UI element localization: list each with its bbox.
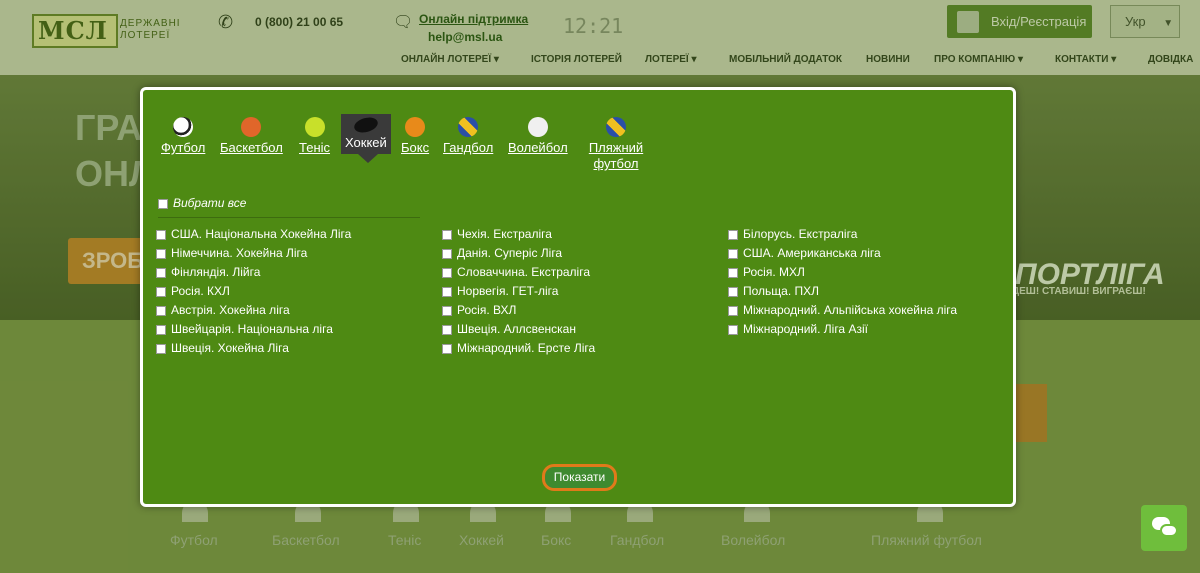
tab-football[interactable]: Футбол [161, 117, 205, 156]
league-item[interactable]: США. Американська ліга [728, 244, 957, 263]
league-checkbox[interactable] [728, 267, 738, 278]
league-checkbox[interactable] [156, 324, 166, 335]
active-tab-pointer [358, 154, 378, 163]
tab-hockey[interactable]: Хоккей [341, 114, 391, 154]
league-item[interactable]: Чехія. Екстраліга [442, 225, 595, 244]
league-checkbox[interactable] [728, 305, 738, 316]
league-column-1: США. Національна Хокейна Ліга Німеччина.… [156, 225, 351, 358]
boxing-glove-icon [405, 117, 426, 137]
league-item[interactable]: Росія. КХЛ [156, 282, 351, 301]
league-checkbox[interactable] [442, 324, 452, 335]
basketball-icon [241, 117, 262, 137]
league-checkbox[interactable] [442, 343, 452, 354]
league-checkbox[interactable] [728, 229, 738, 240]
league-item[interactable]: Словаччина. Екстраліга [442, 263, 595, 282]
league-column-2: Чехія. Екстраліга Данія. Суперіс Ліга Сл… [442, 225, 595, 358]
league-item[interactable]: Німеччина. Хокейна Ліга [156, 244, 351, 263]
league-item[interactable]: Данія. Суперіс Ліга [442, 244, 595, 263]
league-checkbox[interactable] [728, 286, 738, 297]
volleyball-icon [527, 117, 548, 137]
tab-tennis[interactable]: Теніс [299, 117, 330, 156]
league-checkbox[interactable] [728, 248, 738, 259]
chat-bubble-icon [1160, 524, 1178, 537]
league-item[interactable]: Міжнародний. Ліга Азії [728, 320, 957, 339]
league-item[interactable]: Міжнародний. Ерсте Ліга [442, 339, 595, 358]
league-item[interactable]: Росія. ВХЛ [442, 301, 595, 320]
league-item[interactable]: Росія. МХЛ [728, 263, 957, 282]
tennis-ball-icon [304, 117, 325, 137]
tab-boxing[interactable]: Бокс [401, 117, 429, 156]
league-checkbox[interactable] [442, 305, 452, 316]
league-checkbox[interactable] [728, 324, 738, 335]
league-item[interactable]: Швеція. Аллсвенскан [442, 320, 595, 339]
league-checkbox[interactable] [156, 248, 166, 259]
league-item[interactable]: Польща. ПХЛ [728, 282, 957, 301]
league-checkbox[interactable] [442, 248, 452, 259]
league-item[interactable]: Фінляндія. Лійга [156, 263, 351, 282]
league-checkbox[interactable] [156, 229, 166, 240]
league-checkbox[interactable] [156, 286, 166, 297]
league-checkbox[interactable] [156, 343, 166, 354]
league-checkbox[interactable] [156, 305, 166, 316]
league-item[interactable]: Австрія. Хокейна ліга [156, 301, 351, 320]
league-item[interactable]: США. Національна Хокейна Ліга [156, 225, 351, 244]
league-select-modal: Футбол Баскетбол Теніс Хоккей Бокс Гандб… [140, 87, 1016, 507]
tab-beach-football[interactable]: Пляжний футбол [584, 117, 648, 172]
hockey-puck-icon [352, 115, 380, 135]
league-checkbox[interactable] [442, 286, 452, 297]
tab-handball[interactable]: Гандбол [443, 117, 493, 156]
league-column-3: Білорусь. Екстраліга США. Американська л… [728, 225, 957, 339]
select-all-label: Вибрати все [173, 196, 247, 210]
show-button[interactable]: Показати [542, 464, 617, 491]
handball-icon [458, 117, 479, 137]
league-item[interactable]: Швеція. Хокейна Ліга [156, 339, 351, 358]
select-all-row[interactable]: Вибрати все [158, 196, 420, 218]
football-icon [173, 117, 194, 137]
league-checkbox[interactable] [442, 267, 452, 278]
tab-basketball[interactable]: Баскетбол [220, 117, 283, 156]
league-item[interactable]: Норвегія. ГЕТ-ліга [442, 282, 595, 301]
beach-football-icon [606, 117, 626, 137]
league-item[interactable]: Швейцарія. Національна ліга [156, 320, 351, 339]
chat-widget-button[interactable] [1141, 505, 1187, 551]
league-item[interactable]: Білорусь. Екстраліга [728, 225, 957, 244]
league-checkbox[interactable] [442, 229, 452, 240]
tab-volleyball[interactable]: Волейбол [508, 117, 568, 156]
league-checkbox[interactable] [156, 267, 166, 278]
select-all-checkbox[interactable] [158, 198, 168, 209]
league-item[interactable]: Міжнародний. Альпійська хокейна ліга [728, 301, 957, 320]
